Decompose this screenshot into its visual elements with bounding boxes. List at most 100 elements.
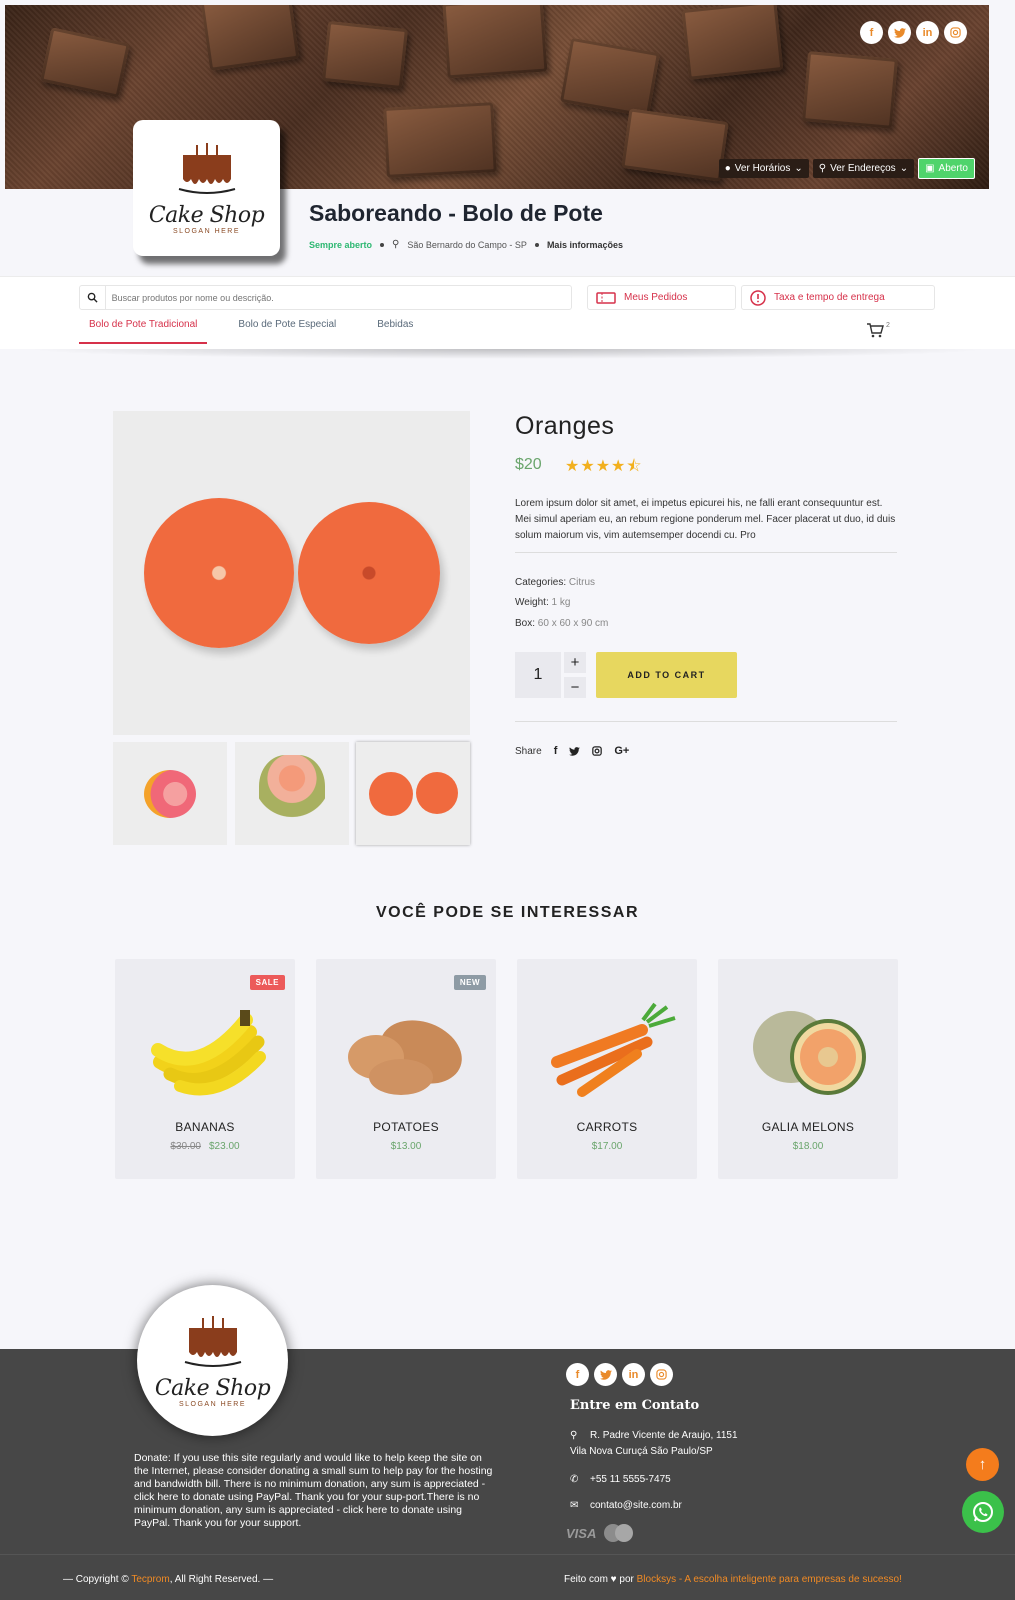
facebook-icon[interactable]: f [566,1363,589,1386]
linkedin-icon[interactable]: in [622,1363,645,1386]
linkedin-icon[interactable]: in [916,21,939,44]
banner-decor [621,108,729,182]
tab-bolo-de-pote-tradicional[interactable]: Bolo de Pote Tradicional [79,319,208,344]
related-title: VOCÊ PODE SE INTERESSAR [376,904,639,921]
facebook-icon[interactable]: f [860,21,883,44]
copyright-link[interactable]: Tecprom [131,1574,169,1585]
store-icon: ▣ [925,163,935,174]
product-card-image [130,994,280,1109]
product-card-name: CARROTS [576,1120,638,1134]
email-address[interactable]: contato@site.com.br [590,1498,682,1514]
category-tabs: Bolo de Pote Tradicional Bolo de Pote Es… [79,319,423,344]
search-input[interactable] [105,292,571,303]
hours-button[interactable]: ● Ver Horários ⌄ [718,159,809,178]
product-price: $20 [515,456,542,473]
share-label: Share [515,745,542,757]
delivery-info-label: Taxa e tempo de entrega [774,292,885,303]
store-nav: Meus Pedidos Taxa e tempo de entrega Bol… [0,276,1015,349]
quantity-increase-button[interactable]: + [564,652,586,673]
tab-bebidas[interactable]: Bebidas [367,319,423,344]
banner-decor [560,37,660,118]
chevron-down-icon: ⌄ [794,163,803,174]
cake-icon [184,1315,241,1367]
made-by: Feito com ♥ por Blocksys - A escolha int… [564,1574,902,1585]
search-icon[interactable] [80,286,106,309]
phone-icon: ✆ [570,1474,579,1485]
nav-shadow [0,349,1015,363]
product-card-price: $18.00 [792,1141,824,1152]
banner-decor [322,20,408,90]
add-to-cart-button[interactable]: ADD TO CART [596,652,737,698]
product-title: Oranges [515,412,615,440]
payment-methods: VISA [566,1524,634,1542]
donate-text: Donate: If you use this site regularly a… [134,1452,493,1529]
product-thumbnail-selected[interactable] [356,742,470,845]
product-card-name: GALIA MELONS [761,1120,855,1134]
made-by-link[interactable]: Blocksys - A escolha inteligente para em… [637,1574,902,1585]
clock-icon: ● [724,163,731,174]
new-badge: NEW [453,975,486,990]
rating-stars: ★★★★⯪ [565,458,643,475]
product-category: Categories: Citrus [515,577,596,588]
product-thumbnail[interactable] [235,742,349,845]
footer-social: f in [566,1363,673,1386]
cart-button[interactable]: 2 [866,322,890,338]
product-thumbnail[interactable] [113,742,227,845]
grapefruit-half [297,502,440,644]
scroll-to-top-button[interactable]: ↑ [966,1448,999,1481]
separator-dot [380,242,385,247]
product-card[interactable]: NEW POTATOES $13.00 [316,959,496,1179]
envelope-icon: ✉ [570,1500,579,1511]
more-info-link[interactable]: Mais informações [547,240,623,250]
hours-label: Ver Horários [734,163,791,174]
tab-bolo-de-pote-especial[interactable]: Bolo de Pote Especial [228,319,346,344]
cart-icon [867,323,884,338]
delivery-info-button[interactable]: Taxa e tempo de entrega [741,285,935,310]
quantity-input[interactable]: 1 [515,652,561,698]
quantity-decrease-button[interactable]: − [564,677,586,698]
address-line-1: R. Padre Vicente de Araujo, 1151 [590,1430,738,1441]
product-description: Lorem ipsum dolor sit amet, ei impetus e… [515,498,896,541]
instagram-icon[interactable] [650,1363,673,1386]
phone-number[interactable]: +55 11 5555-7475 [590,1472,671,1488]
banner-decor [442,5,548,79]
grapefruit-half [143,498,294,648]
instagram-icon[interactable] [944,21,967,44]
twitter-icon[interactable] [594,1363,617,1386]
citrus-slices-thumb [259,754,325,833]
divider [515,552,897,553]
header-actions: ● Ver Horários ⌄ ⚲ Ver Endereços ⌄ ▣ Abe… [718,158,975,179]
open-hours-text: Sempre aberto [309,239,373,250]
product-card[interactable]: SALE BANANAS $30.00 $23.00 [115,959,295,1179]
my-orders-button[interactable]: Meus Pedidos [587,285,736,310]
sale-badge: SALE [249,975,285,990]
banner-decor [200,5,300,71]
store-location: São Bernardo do Campo - SP [407,239,527,250]
product-card[interactable]: GALIA MELONS $18.00 [718,959,898,1179]
product-main-image [113,411,470,735]
twitter-icon[interactable] [888,21,911,44]
whatsapp-icon [973,1502,993,1522]
addresses-button[interactable]: ⚲ Ver Endereços ⌄ [812,159,915,178]
twitter-icon[interactable] [569,746,581,756]
product-box-size: Box: 60 x 60 x 90 cm [515,618,609,629]
chevron-down-icon: ⌄ [899,163,909,174]
search-bar [79,285,572,310]
product-card-name: BANANAS [175,1120,235,1134]
logo-name: Cake Shop [148,203,265,228]
contact-phone: ✆ +55 11 5555-7475 [570,1472,671,1488]
footer-logo: Cake Shop SLOGAN HERE [137,1285,288,1436]
product-card[interactable]: CARROTS $17.00 [517,959,697,1179]
store-name: Saboreando - Bolo de Pote [309,200,603,226]
visa-icon: VISA [566,1525,597,1541]
product-card-image [532,994,682,1109]
facebook-icon[interactable]: f [554,745,558,757]
google-plus-icon[interactable]: G+ [614,745,629,757]
status-label: Aberto [938,163,968,174]
whatsapp-button[interactable] [962,1491,1004,1533]
category-link[interactable]: Citrus [569,577,595,588]
separator-dot [534,242,539,247]
banner-decor [383,102,497,178]
instagram-icon[interactable] [592,746,603,756]
footer-divider [0,1554,1015,1555]
